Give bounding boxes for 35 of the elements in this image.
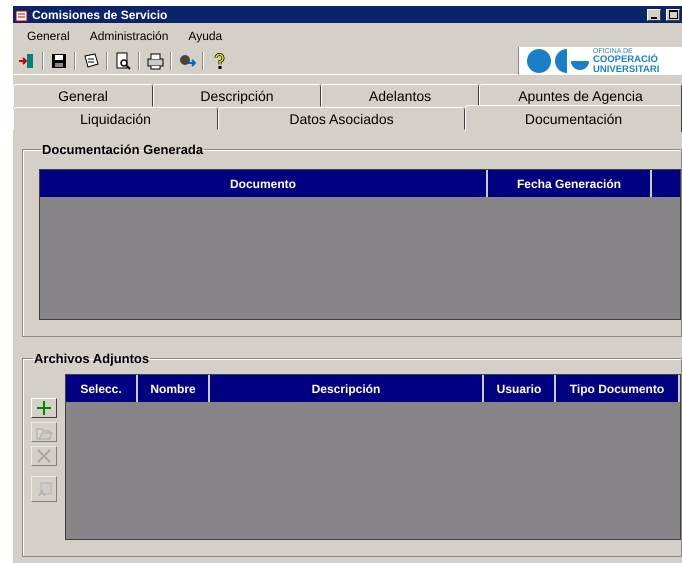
column-header: Documento: [40, 170, 488, 197]
tab[interactable]: Adelantos: [321, 84, 479, 107]
menu-item[interactable]: Ayuda: [178, 29, 232, 43]
cross-icon: [35, 447, 53, 465]
menu-item[interactable]: General: [17, 29, 80, 43]
exit-door-icon: [18, 52, 36, 70]
plus-icon: [35, 399, 53, 417]
printer-icon: [146, 52, 164, 70]
maximize-icon: [668, 10, 678, 19]
column-header: Tipo Documento: [556, 375, 680, 402]
group-title: Archivos Adjuntos: [33, 351, 150, 366]
print-preview-icon: [114, 52, 132, 70]
tab[interactable]: Descripción: [153, 84, 321, 107]
logo-text: UNIVERSITARI: [593, 64, 660, 74]
group-title: Documentación Generada: [41, 142, 204, 157]
menu-item[interactable]: Administración: [80, 29, 178, 43]
window-title: Comisiones de Servicio: [32, 8, 168, 22]
side-button[interactable]: [31, 398, 57, 418]
tab[interactable]: Datos Asociados: [218, 107, 465, 130]
column-header: Descripción: [210, 375, 484, 402]
column-header: Usuario: [484, 375, 556, 402]
tab[interactable]: Liquidación: [13, 107, 218, 130]
notepad-icon: [82, 52, 100, 70]
column-header: Nombre: [138, 375, 210, 402]
column-header: Fecha Generación: [488, 170, 652, 197]
app-icon: [15, 8, 29, 22]
maximize-button[interactable]: [666, 8, 680, 20]
minimize-icon: [651, 16, 657, 18]
minimize-button[interactable]: [647, 8, 661, 20]
tab[interactable]: Apuntes de Agencia: [479, 84, 682, 107]
tab[interactable]: General: [13, 84, 153, 107]
logo-text: COOPERACIÓ: [593, 55, 659, 64]
logo-icon: [527, 49, 589, 73]
column-header: Selecc.: [66, 375, 138, 402]
tab[interactable]: Documentación: [465, 105, 682, 132]
